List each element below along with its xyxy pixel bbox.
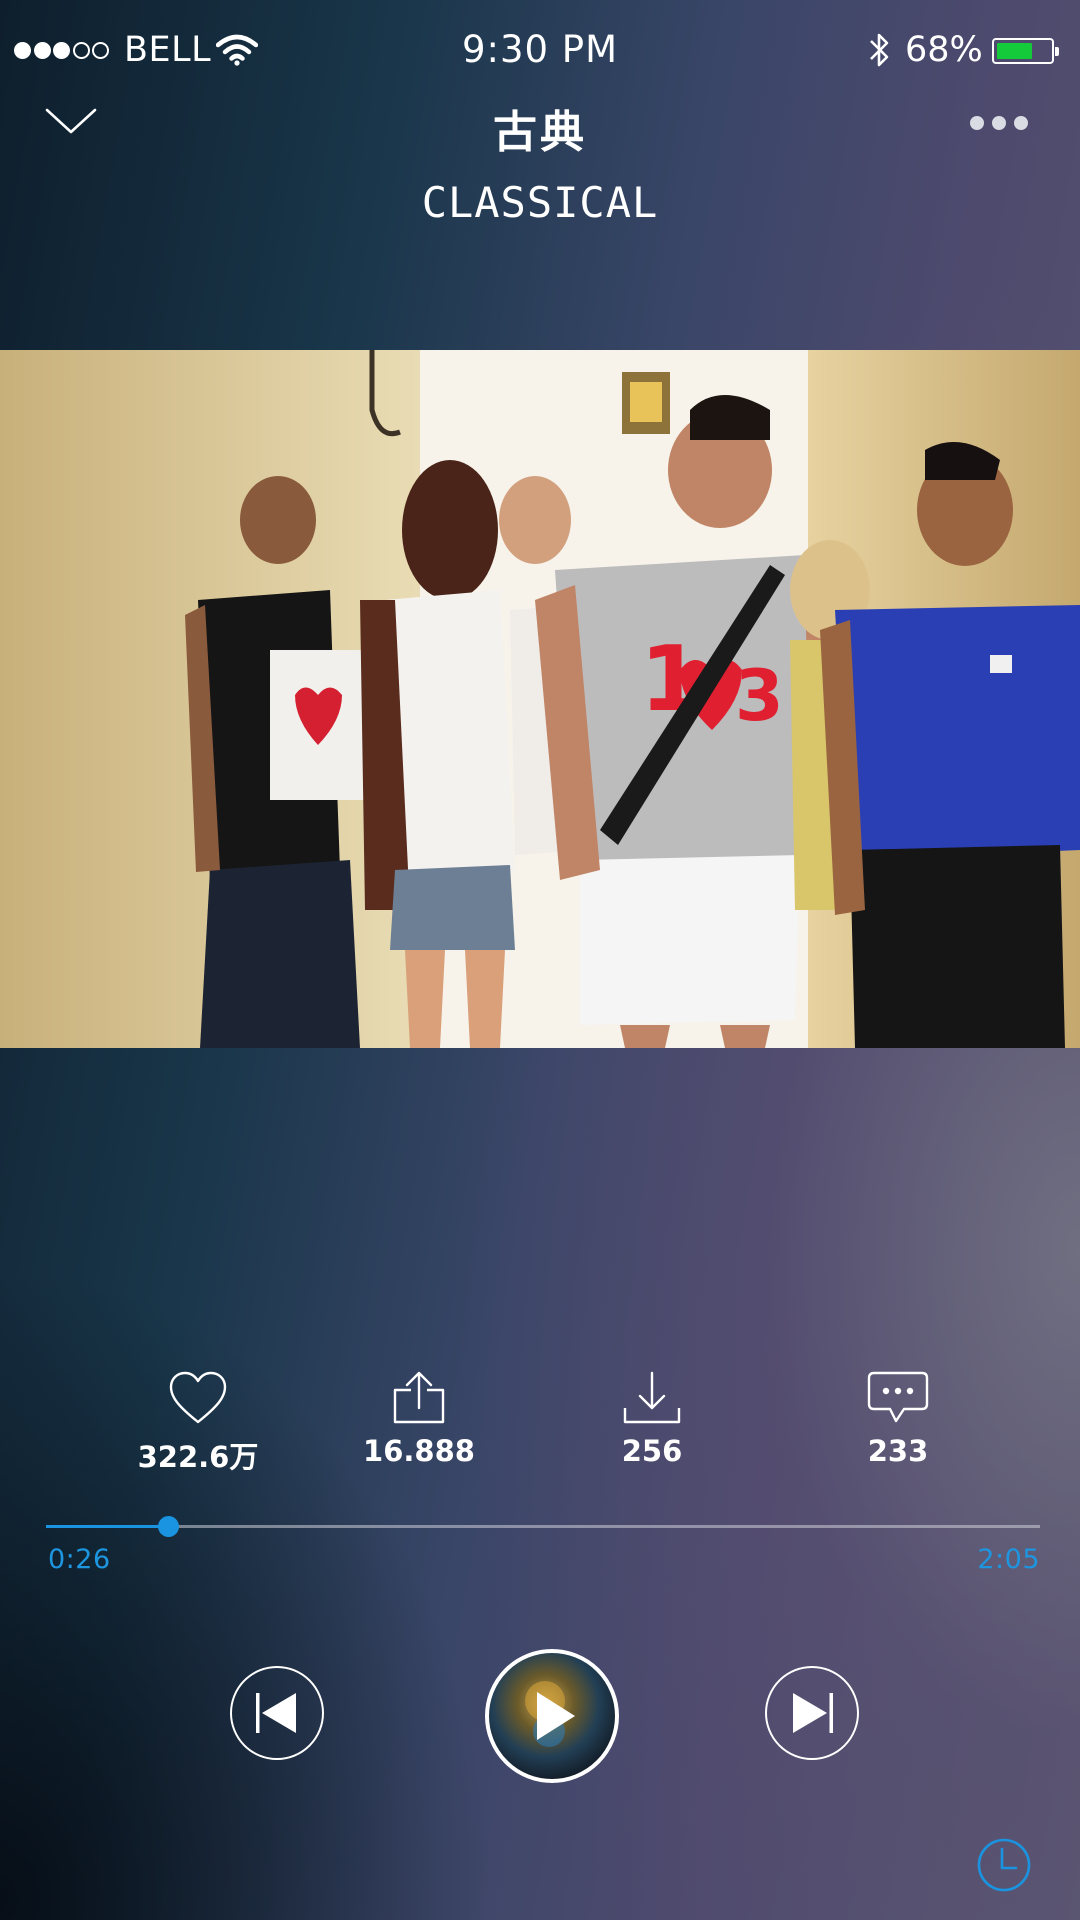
svg-text:3: 3 bbox=[735, 655, 784, 737]
play-icon bbox=[525, 1681, 575, 1747]
previous-track-button[interactable] bbox=[230, 1666, 324, 1760]
clock-icon bbox=[977, 1838, 1031, 1892]
more-dots-icon bbox=[1014, 116, 1028, 130]
elapsed-time: 0:26 bbox=[48, 1544, 111, 1575]
skip-next-icon bbox=[793, 1693, 833, 1733]
download-icon bbox=[623, 1371, 681, 1424]
comment-button[interactable]: 233 bbox=[798, 1370, 998, 1468]
heart-icon bbox=[169, 1371, 227, 1424]
battery-percentage: 68% bbox=[905, 30, 983, 70]
bluetooth-icon bbox=[870, 33, 889, 67]
battery-icon bbox=[992, 38, 1059, 64]
album-artwork: 1 3 bbox=[0, 350, 1080, 1048]
more-dots-icon bbox=[970, 116, 984, 130]
sleep-timer-button[interactable] bbox=[976, 1837, 1032, 1893]
share-icon bbox=[393, 1371, 445, 1424]
skip-previous-icon bbox=[256, 1693, 296, 1733]
total-time: 2:05 bbox=[977, 1544, 1040, 1575]
song-subtitle: CLASSICAL bbox=[421, 178, 659, 227]
download-button[interactable]: 256 bbox=[552, 1370, 752, 1468]
song-title: 古典 bbox=[493, 107, 587, 158]
progress-track[interactable] bbox=[46, 1525, 1040, 1528]
like-count: 322.6万 bbox=[137, 1440, 259, 1474]
share-count: 16.888 bbox=[363, 1434, 475, 1468]
album-cover-photo: 1 3 bbox=[0, 350, 1080, 1048]
play-button[interactable] bbox=[485, 1649, 619, 1783]
comment-count: 233 bbox=[867, 1434, 929, 1468]
download-count: 256 bbox=[621, 1434, 683, 1468]
progress-thumb[interactable] bbox=[158, 1516, 179, 1537]
music-player-screen: BELL 9:30 PM 68% 古典 CLASSICAL 1 3 322.6万… bbox=[0, 0, 1080, 1920]
more-options-button[interactable] bbox=[964, 112, 1034, 132]
more-dots-icon bbox=[992, 116, 1006, 130]
next-track-button[interactable] bbox=[765, 1666, 859, 1760]
comment-icon bbox=[867, 1371, 929, 1423]
battery-level-fill bbox=[997, 43, 1032, 59]
progress-fill bbox=[46, 1525, 168, 1528]
status-bar: BELL 9:30 PM 68% bbox=[0, 0, 1080, 100]
share-button[interactable]: 16.888 bbox=[319, 1370, 519, 1468]
like-button[interactable]: 322.6万 bbox=[98, 1370, 298, 1476]
battery-terminal bbox=[1055, 47, 1059, 56]
